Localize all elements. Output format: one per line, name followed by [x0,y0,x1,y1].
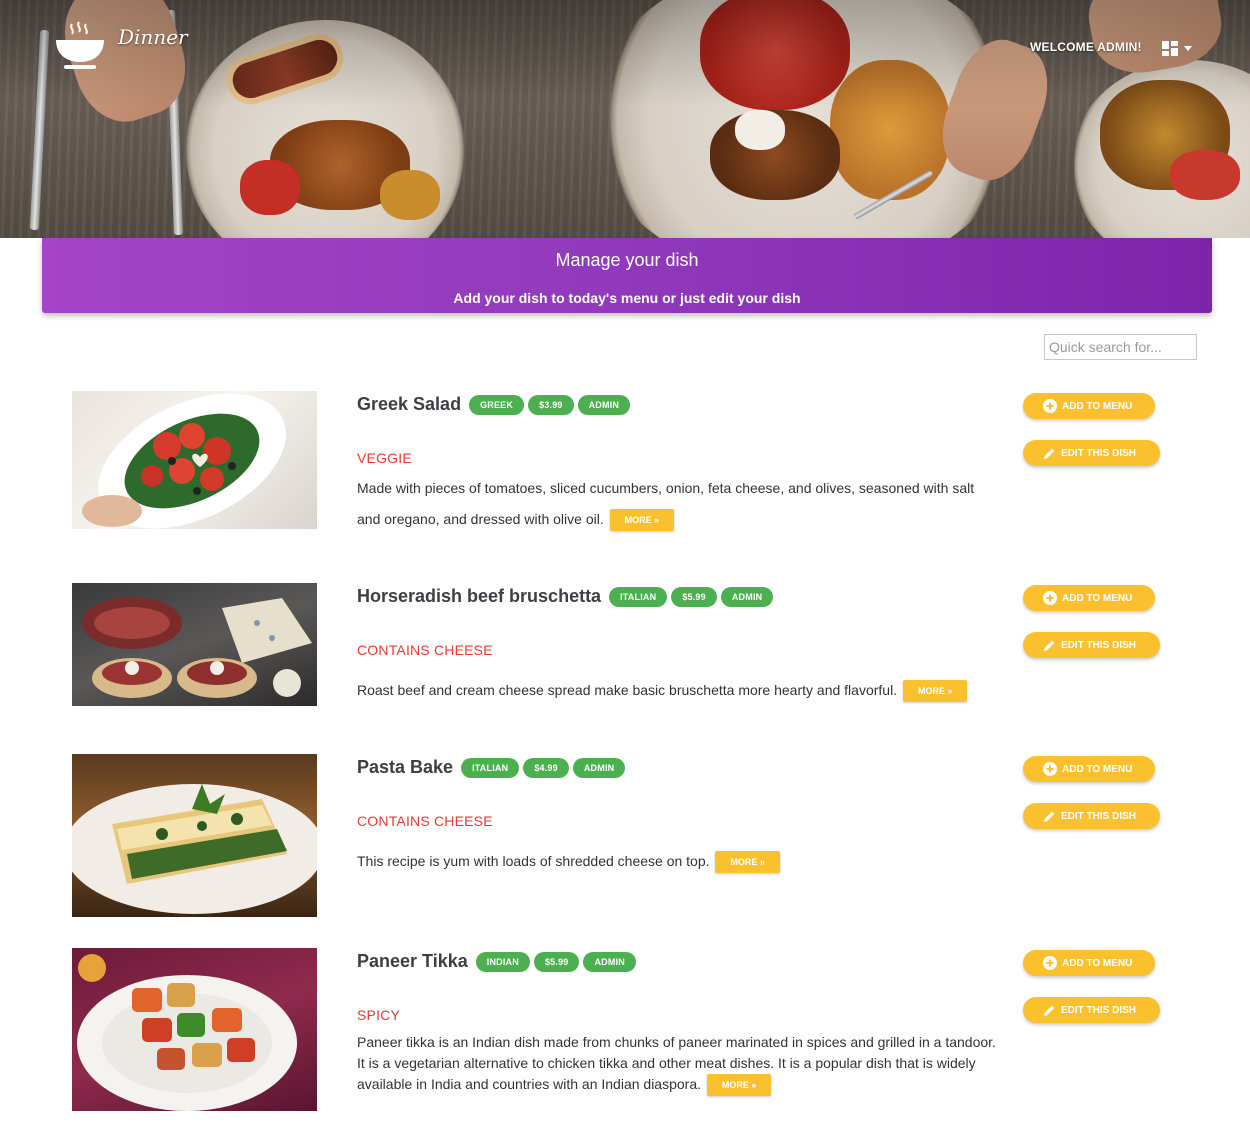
dish-description-text: This recipe is yum with loads of shredde… [357,853,710,869]
price-badge: $4.99 [523,757,569,778]
cuisine-badge: ITALIAN [461,757,520,778]
edit-dish-button[interactable]: EDIT THIS DISH [1023,997,1160,1023]
author-badge: ADMIN [720,586,774,607]
edit-dish-button[interactable]: EDIT THIS DISH [1023,632,1160,658]
dish-description: Paneer tikka is an Indian dish made from… [357,1032,997,1097]
dish-title-row: Paneer Tikka INDIAN $5.99 ADMIN [357,951,636,972]
pencil-icon [1044,811,1055,822]
edit-dish-label: EDIT THIS DISH [1061,810,1137,822]
more-button[interactable]: MORE » [902,680,968,703]
welcome-text: WELCOME ADMIN! [1030,40,1142,54]
price-badge: $5.99 [533,951,580,972]
dish-item: Pasta Bake ITALIAN $4.99 ADMIN CONTAINS … [0,754,1250,919]
price-badge: $3.99 [528,394,574,415]
brand[interactable]: Dinner [54,20,188,72]
dish-title-row: Greek Salad GREEK $3.99 ADMIN [357,394,631,415]
author-badge: ADMIN [583,951,636,972]
dish-title-row: Horseradish beef bruschetta ITALIAN $5.9… [357,586,774,607]
dish-image [72,948,317,1111]
manage-dish-banner: Manage your dish Add your dish to today'… [42,238,1212,313]
dish-title-row: Pasta Bake ITALIAN $4.99 ADMIN [357,757,626,778]
caret-down-icon [1184,45,1192,51]
edit-dish-label: EDIT THIS DISH [1061,639,1137,651]
pencil-icon [1044,640,1055,651]
add-to-menu-button[interactable]: ADD TO MENU [1023,393,1155,419]
edit-dish-button[interactable]: EDIT THIS DISH [1023,440,1160,466]
dish-category: CONTAINS CHEESE [357,642,493,658]
price-badge: $5.99 [671,586,717,607]
dish-description-text: Roast beef and cream cheese spread make … [357,682,898,698]
dish-image [72,583,317,706]
add-to-menu-label: ADD TO MENU [1062,763,1133,775]
cuisine-badge: ITALIAN [609,586,668,607]
edit-dish-label: EDIT THIS DISH [1061,1004,1137,1016]
brand-name: Dinner [118,25,188,49]
add-circle-icon [1043,762,1057,776]
more-button[interactable]: MORE » [706,1074,772,1097]
edit-dish-label: EDIT THIS DISH [1061,447,1137,459]
more-button[interactable]: MORE » [609,509,675,532]
add-to-menu-label: ADD TO MENU [1062,957,1133,969]
add-to-menu-label: ADD TO MENU [1062,400,1133,412]
more-button[interactable]: MORE » [715,851,780,874]
soup-bowl-icon [56,21,104,69]
edit-dish-button[interactable]: EDIT THIS DISH [1023,803,1160,829]
quick-search-input[interactable] [1044,334,1197,360]
dish-name: Horseradish beef bruschetta [357,586,602,606]
add-to-menu-button[interactable]: ADD TO MENU [1023,585,1155,611]
banner-title: Manage your dish [555,250,699,270]
add-to-menu-button[interactable]: ADD TO MENU [1023,756,1155,782]
dish-description: This recipe is yum with loads of shredde… [357,846,997,877]
cuisine-badge: GREEK [469,394,525,415]
add-circle-icon [1043,956,1057,970]
dish-name: Greek Salad [357,394,462,414]
dashboard-menu-button[interactable] [1162,38,1202,58]
dish-name: Paneer Tikka [357,951,468,971]
author-badge: ADMIN [577,394,631,415]
dish-category: CONTAINS CHEESE [357,813,493,829]
dish-category: SPICY [357,1007,401,1023]
dish-item: Horseradish beef bruschetta ITALIAN $5.9… [0,583,1250,708]
add-circle-icon [1043,399,1057,413]
dish-item: Paneer Tikka INDIAN $5.99 ADMIN SPICY Pa… [0,948,1250,1118]
hero-banner-image: Dinner WELCOME ADMIN! [0,0,1250,238]
cuisine-badge: INDIAN [475,951,530,972]
add-to-menu-label: ADD TO MENU [1062,592,1133,604]
banner-subtitle: Add your dish to today's menu or just ed… [453,290,801,306]
dish-image [72,754,317,917]
dashboard-icon [1162,40,1178,56]
dish-item: Greek Salad GREEK $3.99 ADMIN VEGGIE Mad… [0,391,1250,532]
dish-description: Made with pieces of tomatoes, sliced cuc… [357,473,997,535]
add-to-menu-button[interactable]: ADD TO MENU [1023,950,1155,976]
pencil-icon [1044,1005,1055,1016]
dish-description-text: Paneer tikka is an Indian dish made from… [357,1034,996,1092]
author-badge: ADMIN [572,757,626,778]
dish-category: VEGGIE [357,450,412,466]
dish-description: Roast beef and cream cheese spread make … [357,675,997,706]
add-circle-icon [1043,591,1057,605]
pencil-icon [1044,448,1055,459]
dish-image [72,391,317,529]
dish-name: Pasta Bake [357,757,454,777]
